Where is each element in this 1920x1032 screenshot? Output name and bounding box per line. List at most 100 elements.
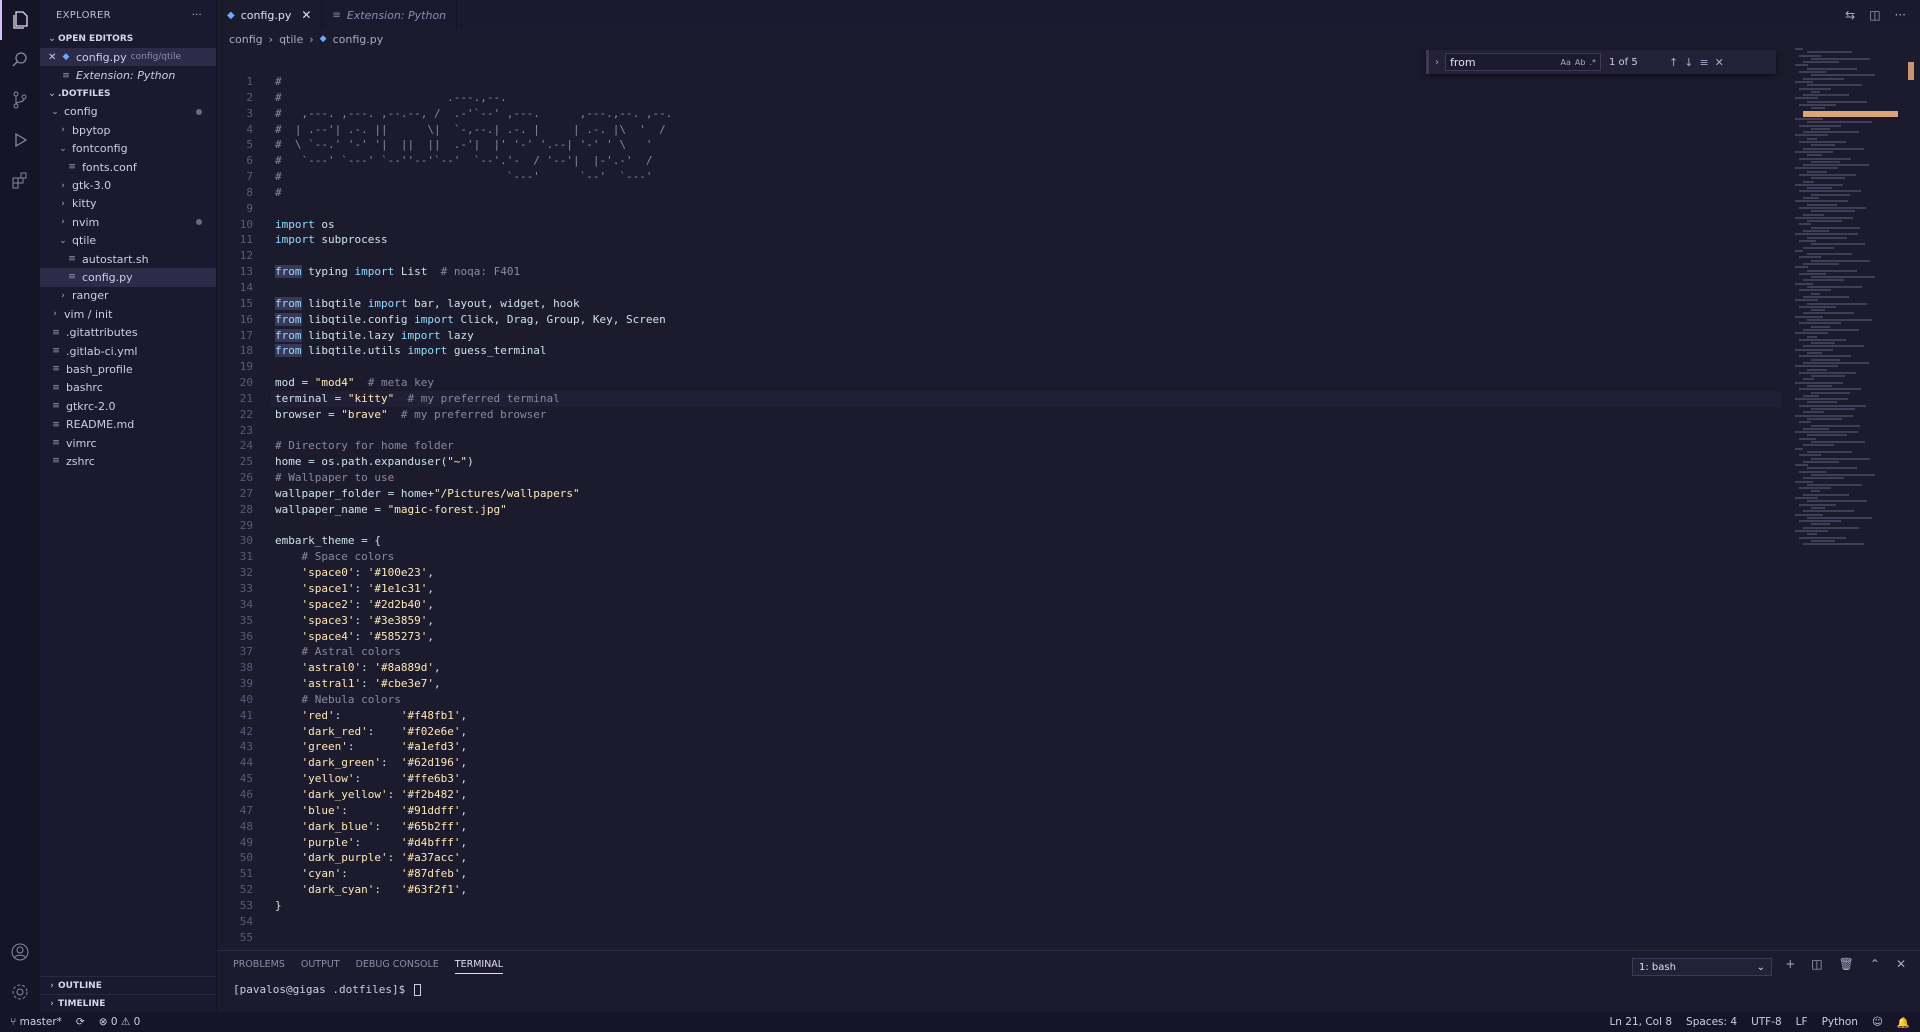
code-line[interactable]: # `---' `--' `---' (275, 169, 1781, 185)
code-line[interactable] (275, 359, 1781, 375)
panel-tab-terminal[interactable]: TERMINAL (454, 959, 504, 974)
code-line[interactable]: 'dark_yellow': '#f2b482', (275, 787, 1781, 803)
run-debug-icon[interactable] (0, 120, 40, 160)
new-terminal-icon[interactable]: + (1785, 957, 1795, 971)
split-editor-icon[interactable]: ◫ (1869, 8, 1880, 22)
code-line[interactable]: 'space3': '#3e3859', (275, 613, 1781, 629)
code-line[interactable]: import os (275, 217, 1781, 233)
tab-config-py[interactable]: ◆ config.py ✕ (217, 0, 323, 30)
tree-item[interactable]: ≡ fonts.conf (40, 158, 216, 176)
panel-tab-problems[interactable]: PROBLEMS (233, 959, 285, 974)
code-line[interactable]: 'blue': '#91ddff', (275, 803, 1781, 819)
end-of-line[interactable]: LF (1796, 1016, 1808, 1028)
code-line[interactable]: # .---.,--. (275, 90, 1781, 106)
match-case-icon[interactable]: Aa (1561, 58, 1571, 67)
code-line[interactable]: 'cyan': '#87dfeb', (275, 866, 1781, 882)
encoding[interactable]: UTF-8 (1751, 1016, 1782, 1028)
code-line[interactable]: terminal = "kitty" # my preferred termin… (271, 390, 1781, 407)
close-icon[interactable]: ✕ (301, 8, 311, 22)
tab-extension-python[interactable]: ≡ Extension: Python (322, 0, 458, 30)
code-line[interactable]: 'astral1': '#cbe3e7', (275, 676, 1781, 692)
open-editor-extension-python[interactable]: ≡ Extension: Python (40, 66, 216, 84)
code-line[interactable] (275, 914, 1781, 930)
breadcrumb-item[interactable]: qtile (279, 33, 303, 46)
code-line[interactable]: # (275, 74, 1781, 90)
code-line[interactable]: # \ `--.' '-' '| || || .-'| |' '-' '.--|… (275, 137, 1781, 153)
close-icon[interactable]: ✕ (1896, 957, 1906, 971)
tree-item[interactable]: › vim / init (40, 305, 216, 323)
code-line[interactable]: 'dark_blue': '#65b2ff', (275, 819, 1781, 835)
problems-status[interactable]: ⊗ 0 ⚠ 0 (99, 1016, 141, 1028)
breadcrumb-item[interactable]: config (229, 33, 263, 46)
code-line[interactable]: 'space2': '#2d2b40', (275, 597, 1781, 613)
next-match-icon[interactable]: ↓ (1684, 56, 1693, 69)
more-actions-icon[interactable]: ··· (192, 10, 202, 21)
panel-tab-output[interactable]: OUTPUT (301, 959, 340, 974)
tree-item[interactable]: ≡ .gitlab-ci.yml (40, 342, 216, 360)
sync-icon[interactable]: ⟳ (76, 1016, 85, 1028)
code-editor[interactable]: 1 2 3 4 5 6 7 8 9 10 11 12 13 14 15 16 17 18 19 20 21 22 23 24 2… (217, 48, 1787, 950)
open-editor-config-py[interactable]: ✕ ◆ config.py config/qtile (40, 48, 216, 67)
tree-item[interactable]: ≡ README.md (40, 415, 216, 433)
regex-icon[interactable]: .* (1589, 58, 1596, 67)
split-terminal-icon[interactable]: ◫ (1811, 957, 1822, 971)
code-line[interactable]: 'dark_purple': '#a37acc', (275, 850, 1781, 866)
tree-item[interactable]: ≡ zshrc (40, 452, 216, 470)
explorer-icon[interactable] (0, 0, 40, 40)
code-line[interactable] (275, 280, 1781, 296)
code-line[interactable]: # `---' `---' `--''--'`--' `--'.'- / '--… (275, 153, 1781, 169)
scrollbar[interactable] (1908, 48, 1918, 98)
code-line[interactable]: 'astral0': '#8a889d', (275, 660, 1781, 676)
open-editors-section[interactable]: ⌄ OPEN EDITORS (40, 30, 216, 48)
tree-item[interactable]: › bpytop (40, 121, 216, 139)
tree-item[interactable]: ≡ vimrc (40, 434, 216, 452)
code-line[interactable] (275, 201, 1781, 217)
tree-item[interactable]: ≡ gtkrc-2.0 (40, 397, 216, 415)
more-actions-icon[interactable]: ··· (1895, 8, 1906, 22)
code-line[interactable]: 'purple': '#d4bfff', (275, 835, 1781, 851)
language-mode[interactable]: Python (1822, 1016, 1858, 1028)
tree-item[interactable]: ⌄ fontconfig (40, 140, 216, 158)
tree-item[interactable]: ≡ autostart.sh (40, 250, 216, 268)
code-content[interactable]: # # .---.,--. # ,---. ,---. ,--.--, / .-'`… (271, 74, 1781, 946)
branch-status[interactable]: ⑂ master* (10, 1016, 62, 1028)
dotfiles-section[interactable]: ⌄ .DOTFILES (40, 85, 216, 103)
code-line[interactable]: from libqtile import bar, layout, widget… (275, 296, 1781, 312)
code-line[interactable] (275, 518, 1781, 534)
code-line[interactable]: home = os.path.expanduser("~") (275, 454, 1781, 470)
code-line[interactable]: 'dark_cyan': '#63f2f1', (275, 882, 1781, 898)
code-line[interactable]: # | .--'| .-. || \| `-,--.| .-. | | .-. … (275, 122, 1781, 138)
code-line[interactable]: from libqtile.utils import guess_termina… (275, 343, 1781, 359)
code-line[interactable]: 'red': '#f48fb1', (275, 708, 1781, 724)
code-line[interactable]: # (275, 185, 1781, 201)
code-line[interactable]: # Astral colors (275, 644, 1781, 660)
code-line[interactable]: from libqtile.config import Click, Drag,… (275, 312, 1781, 328)
code-line[interactable]: 'space0': '#100e23', (275, 565, 1781, 581)
code-line[interactable]: mod = "mod4" # meta key (275, 375, 1781, 391)
trash-icon[interactable]: 🗑 (1839, 957, 1854, 971)
code-line[interactable]: # Wallpaper to use (275, 470, 1781, 486)
code-line[interactable]: 'dark_green': '#62d196', (275, 755, 1781, 771)
tree-item[interactable]: ≡ bashrc (40, 379, 216, 397)
code-line[interactable] (275, 248, 1781, 264)
code-line[interactable] (275, 930, 1781, 946)
tree-item[interactable]: › ranger (40, 287, 216, 305)
cursor-position[interactable]: Ln 21, Col 8 (1609, 1016, 1672, 1028)
toggle-replace-icon[interactable]: › (1429, 57, 1445, 68)
previous-match-icon[interactable]: ↑ (1669, 56, 1678, 69)
code-line[interactable]: # Directory for home folder (275, 438, 1781, 454)
notifications-icon[interactable]: 🔔 (1897, 1016, 1910, 1029)
tree-item[interactable]: ⌄ qtile (40, 232, 216, 250)
source-control-icon[interactable] (0, 80, 40, 120)
indentation[interactable]: Spaces: 4 (1686, 1016, 1737, 1028)
search-icon[interactable] (0, 40, 40, 80)
code-line[interactable]: wallpaper_folder = home+"/Pictures/wallp… (275, 486, 1781, 502)
code-line[interactable]: 'space1': '#1e1c31', (275, 581, 1781, 597)
feedback-icon[interactable]: ☺ (1872, 1016, 1883, 1028)
close-icon[interactable]: ✕ (1715, 56, 1724, 69)
code-line[interactable]: embark_theme = { (275, 533, 1781, 549)
code-line[interactable]: # Space colors (275, 549, 1781, 565)
minimap[interactable] (1795, 48, 1905, 588)
code-line[interactable]: import subprocess (275, 232, 1781, 248)
code-line[interactable]: from typing import List # noqa: F401 (275, 264, 1781, 280)
